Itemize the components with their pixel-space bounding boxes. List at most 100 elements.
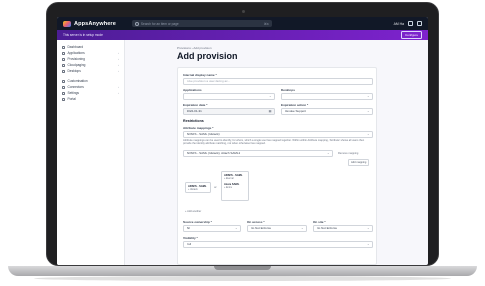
chevron-down-icon: ⌄: [366, 109, 370, 114]
search-shortcut: ⌘K: [263, 21, 269, 26]
desktops-label: Desktops: [281, 88, 295, 92]
sidebar-item-label: Dashboard: [67, 45, 84, 49]
internal-name-placeholder: Give provision a user-facing ac...: [186, 79, 231, 84]
sidebar-item-label: Customisation: [67, 79, 88, 83]
app-logo-icon[interactable]: [63, 20, 71, 27]
sidebar-item-portal[interactable]: Portal: [57, 96, 124, 102]
chevron-right-icon: ›: [118, 57, 119, 61]
home-icon: [62, 45, 65, 49]
grid-icon: [62, 51, 65, 55]
app-logo-text[interactable]: AppsAnywhere: [74, 21, 116, 27]
configure-button[interactable]: Configure: [400, 31, 422, 39]
laptop-screen: AppsAnywhere Search for an item or page …: [57, 17, 428, 265]
source-ownership-select[interactable]: All ⌄: [183, 225, 241, 232]
provision-form: Internal display name * Give provision a…: [177, 67, 377, 265]
attribute-mapping-help: Attribute mappings can be used to identi…: [183, 139, 365, 146]
chevron-down-icon: ⌄: [234, 226, 238, 231]
sidebar-item-label: Connectors: [67, 85, 84, 89]
page-title: Add provision: [177, 51, 238, 61]
applications-select[interactable]: ⌄: [183, 93, 275, 100]
plug-icon: [62, 85, 65, 89]
expiration-date-value: 2022-01-31: [186, 109, 202, 114]
attribute-mapping-select-2[interactable]: ADSFS - SAML (Idstack), Attach SAML2 ⌄: [183, 150, 333, 157]
attribute-mappings-label: Attribute mappings *: [183, 126, 214, 130]
sidebar-item-label: Applications: [67, 51, 85, 55]
chevron-down-icon: ⌄: [366, 226, 370, 231]
brush-icon: [62, 79, 65, 83]
main-content: Provisions › Add provision Add provision…: [125, 40, 428, 265]
desktops-select[interactable]: ⌄: [281, 93, 373, 100]
chevron-right-icon: ›: [118, 69, 119, 73]
top-navbar: AppsAnywhere Search for an item or page …: [57, 17, 428, 30]
diagram-box-2: ADSFS - SAML + Eternal Azure SAML + Entr…: [221, 171, 249, 201]
cloud-icon: [62, 63, 65, 67]
user-name[interactable]: AM Ha: [394, 22, 404, 26]
laptop-shadow: [34, 276, 451, 281]
add-another-button[interactable]: + Add another: [185, 210, 201, 213]
on-access-select[interactable]: Do Not Enforce ⌄: [247, 225, 307, 232]
box-icon: [62, 57, 65, 61]
chevron-down-icon: ⌄: [366, 132, 370, 137]
chevron-right-icon: ›: [118, 63, 119, 67]
expiration-action-select[interactable]: Revoke Support ⌄: [281, 108, 373, 115]
setup-banner: This server is in setup mode Configure: [57, 30, 428, 40]
sidebar-item-label: Cloudpaging: [67, 63, 86, 67]
chevron-right-icon: ›: [118, 51, 119, 55]
sidebar: Dashboard Applications › Provisioning › …: [57, 40, 125, 265]
add-mapping-button[interactable]: Add mapping: [348, 159, 370, 166]
on-site-select[interactable]: Do Not Enforce ⌄: [313, 225, 373, 232]
search-icon: [134, 21, 139, 26]
expiration-date-label: Expiration date *: [183, 103, 208, 107]
on-access-label: On access *: [247, 220, 265, 224]
monitor-icon: [62, 69, 65, 73]
camera-icon: [242, 10, 245, 13]
internal-name-input[interactable]: Give provision a user-facing ac...: [183, 78, 373, 85]
attribute-mapping-value-1: ADSFS - SAML (Idstack): [186, 132, 220, 137]
chevron-down-icon: ⌄: [300, 226, 304, 231]
attribute-mapping-select-1[interactable]: ADSFS - SAML (Idstack) ⌄: [183, 131, 373, 138]
attribute-mapping-value-2: ADSFS - SAML (Idstack), Attach SAML2: [186, 151, 241, 156]
help-icon[interactable]: [417, 21, 422, 26]
chevron-down-icon: ⌄: [366, 242, 370, 247]
sidebar-item-label: Portal: [67, 97, 76, 101]
visibility-label: Visibility *: [183, 236, 198, 240]
search-placeholder: Search for an item or page: [140, 21, 179, 26]
chevron-down-icon: ⌄: [326, 151, 330, 156]
diagram-box-3-sub: + Entra: [224, 185, 232, 189]
visibility-select[interactable]: Full ⌄: [183, 241, 373, 248]
applications-label: Applications: [183, 88, 202, 92]
visibility-value: Full: [186, 242, 192, 247]
diagram-or: or: [214, 185, 217, 189]
external-icon: [62, 97, 65, 101]
user-area: AM Ha: [394, 21, 422, 26]
search-input[interactable]: Search for an item or page ⌘K: [131, 20, 272, 27]
chevron-right-icon: ›: [118, 91, 119, 95]
on-access-value: Do Not Enforce: [250, 226, 272, 231]
gear-icon: [62, 91, 65, 95]
sidebar-item-label: Settings: [67, 91, 80, 95]
source-ownership-label: Source ownership *: [183, 220, 212, 224]
diagram-box-1-sub: + Idstack: [188, 187, 198, 191]
laptop-notch: [214, 266, 271, 270]
source-ownership-value: All: [186, 226, 190, 231]
breadcrumb[interactable]: Provisions › Add provision: [177, 46, 212, 50]
mapping-diagram: ADSFS - SAML + Idstack or ADSFS - SAML +…: [183, 169, 273, 205]
grid-menu-icon[interactable]: [408, 21, 413, 26]
expiration-date-input[interactable]: 2022-01-31 ▦: [183, 108, 275, 115]
remove-mapping-button[interactable]: Remove mapping: [338, 152, 358, 155]
chevron-down-icon: ⌄: [268, 94, 272, 99]
diagram-box-1: ADSFS - SAML + Idstack: [185, 182, 211, 194]
restrictions-heading: Restrictions: [183, 119, 204, 123]
banner-text: This server is in setup mode: [63, 33, 103, 37]
expiration-action-label: Expiration action *: [281, 103, 309, 107]
chevron-down-icon: ⌄: [366, 94, 370, 99]
diagram-box-2-sub: + Eternal: [224, 176, 234, 180]
chevron-right-icon: ›: [118, 85, 119, 89]
on-site-value: Do Not Enforce: [316, 226, 338, 231]
internal-name-label: Internal display name *: [183, 73, 217, 77]
sidebar-item-label: Desktops: [67, 69, 81, 73]
sidebar-item-label: Provisioning: [67, 57, 85, 61]
on-site-label: On site *: [313, 220, 326, 224]
expiration-action-value: Revoke Support: [284, 109, 307, 114]
calendar-icon: ▦: [268, 109, 272, 114]
